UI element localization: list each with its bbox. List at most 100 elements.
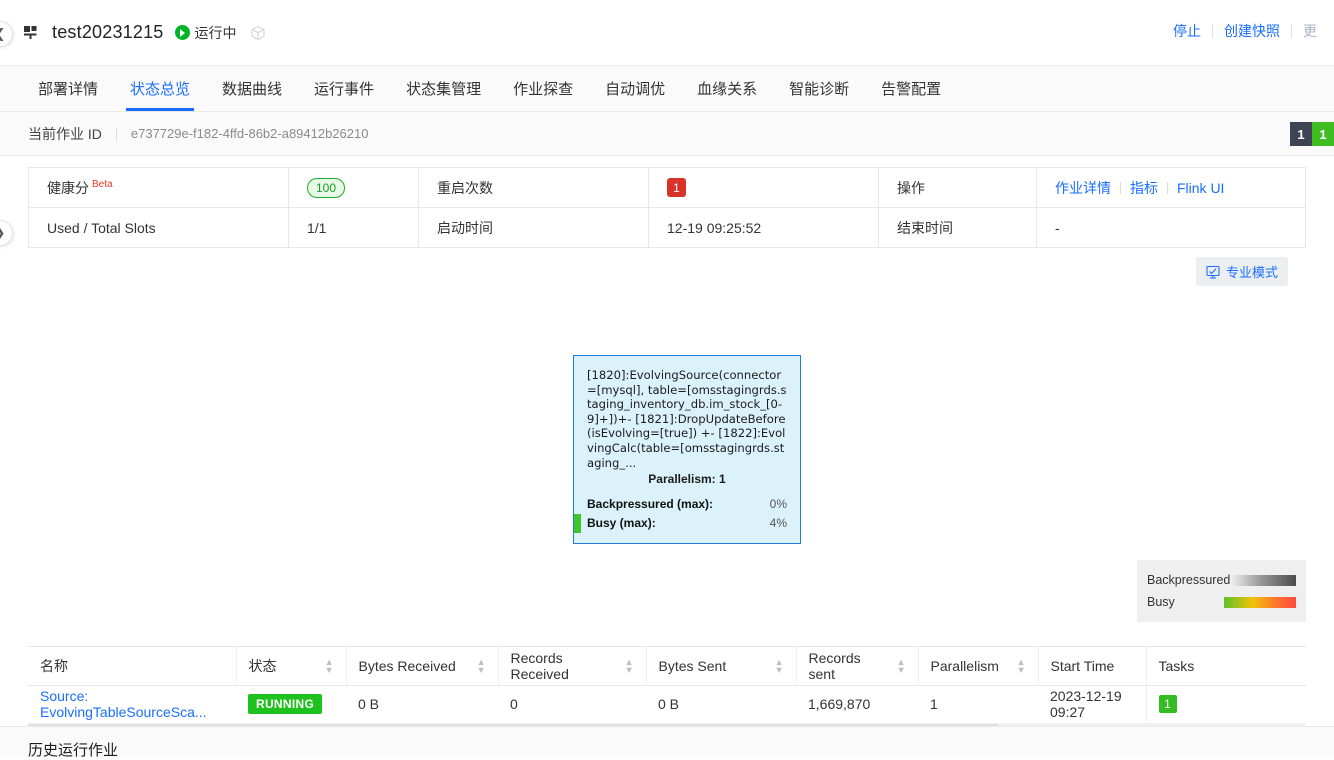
column-header-records-sent[interactable]: Records sent ▲ ▼: [795, 647, 918, 686]
column-header-tasks[interactable]: Tasks: [1145, 647, 1306, 686]
tab-label: 数据曲线: [222, 81, 283, 98]
health-score-badge[interactable]: 100: [307, 177, 346, 198]
tab-runtime-events[interactable]: 运行事件: [298, 66, 390, 111]
create-snapshot-button[interactable]: 创建快照: [1213, 21, 1291, 41]
column-header-bytes-sent[interactable]: Bytes Sent ▲ ▼: [645, 647, 796, 686]
node-parallelism: Parallelism: 1: [648, 472, 726, 487]
graph-node-source[interactable]: [1820]:EvolvingSource(connector=[mysql],…: [573, 355, 801, 544]
tab-label: 血缘关系: [697, 81, 758, 98]
slots-label-cell: Used / Total Slots: [28, 207, 289, 248]
tab-label: 智能诊断: [789, 81, 850, 98]
column-label: Parallelism: [930, 657, 999, 674]
column-header-start-time[interactable]: Start Time: [1037, 647, 1146, 686]
tab-label: 状态集管理: [406, 81, 482, 98]
cell-name: Source: EvolvingTableSourceSca...: [28, 685, 236, 724]
tab-label: 自动调优: [605, 81, 666, 98]
tab-label: 状态总览: [130, 81, 191, 98]
backpressured-gradient-icon: [1230, 574, 1296, 586]
tab-smart-diagnosis[interactable]: 智能诊断: [773, 66, 865, 111]
graph-legend: Backpressured Busy: [1137, 560, 1306, 622]
task-count-badge: 1: [1158, 695, 1177, 713]
sort-icon[interactable]: ▲ ▼: [897, 657, 906, 674]
flink-ui-link[interactable]: Flink UI: [1177, 180, 1224, 196]
metric-label: Busy (max):: [587, 515, 656, 530]
column-header-state[interactable]: 状态 ▲ ▼: [235, 647, 346, 686]
tab-label: 部署详情: [38, 81, 99, 98]
sort-icon[interactable]: ▲ ▼: [1017, 657, 1026, 674]
collapse-left-panel-button[interactable]: ❮: [0, 21, 13, 47]
column-header-records-received[interactable]: Records Received ▲ ▼: [497, 647, 646, 686]
top-header: ❮ test20231215 运行中 停止 创建快照 更: [0, 0, 1334, 66]
beta-tag: Beta: [92, 178, 113, 190]
restart-count-badge[interactable]: 1: [667, 178, 686, 197]
history-jobs-title: 历史运行作业: [28, 742, 119, 759]
more-actions-button[interactable]: 更: [1292, 21, 1328, 41]
status-badge: RUNNING: [248, 694, 323, 714]
operation-links: 作业详情 指标 Flink UI: [1055, 178, 1287, 198]
tab-state-management[interactable]: 状态集管理: [390, 66, 497, 111]
busy-gradient-icon: [1224, 596, 1296, 608]
restart-count-label-cell: 重启次数: [418, 167, 649, 208]
professional-mode-button[interactable]: 专业模式: [1195, 257, 1288, 286]
table-row[interactable]: Source: EvolvingTableSourceSca... RUNNIN…: [28, 685, 1306, 724]
stop-button[interactable]: 停止: [1162, 21, 1212, 41]
tab-deploy-details[interactable]: 部署详情: [22, 66, 114, 111]
metric-value: 4%: [769, 515, 787, 530]
corner-badges: 1 1: [1290, 122, 1334, 146]
professional-mode-label: 专业模式: [1225, 265, 1278, 280]
metric-label: Backpressured (max):: [587, 496, 714, 511]
op-divider-2: [1167, 181, 1168, 194]
column-label: 名称: [40, 657, 68, 674]
column-label: Records sent: [808, 649, 861, 682]
tab-bar: 部署详情 状态总览 数据曲线 运行事件 状态集管理 作业探查 自动调优 血缘关系…: [0, 66, 1334, 112]
node-metric-backpressured: Backpressured (max): 0%: [587, 495, 787, 514]
node-description: [1820]:EvolvingSource(connector=[mysql],…: [587, 368, 787, 470]
node-metrics: Backpressured (max): 0% Busy (max): 4%: [574, 495, 787, 533]
tab-job-inspection[interactable]: 作业探查: [497, 66, 589, 111]
vertex-table: 名称 状态 ▲ ▼ Bytes Received ▲ ▼ Records Recei…: [28, 646, 1306, 736]
vertex-table-header-row: 名称 状态 ▲ ▼ Bytes Received ▲ ▼ Records Recei…: [28, 647, 1306, 686]
sort-icon[interactable]: ▲ ▼: [625, 657, 634, 674]
column-label: Tasks: [1158, 657, 1195, 674]
legend-label: Busy: [1147, 595, 1175, 609]
cell-bytes-received: 0 B: [346, 685, 498, 724]
tab-label: 告警配置: [881, 81, 942, 98]
job-id-value[interactable]: e737729e-f182-4ffd-86b2-a89412b26210: [131, 126, 369, 141]
column-header-bytes-received[interactable]: Bytes Received ▲ ▼: [345, 647, 498, 686]
op-divider-1: [1120, 181, 1121, 194]
legend-label: Backpressured: [1147, 573, 1231, 587]
sort-icon[interactable]: ▲ ▼: [775, 657, 784, 674]
cube-outline-icon[interactable]: [250, 25, 266, 41]
tab-lineage[interactable]: 血缘关系: [681, 66, 773, 111]
sort-icon[interactable]: ▲ ▼: [477, 657, 486, 674]
legend-row-busy: Busy: [1147, 591, 1296, 613]
tab-alert-config[interactable]: 告警配置: [865, 66, 957, 111]
node-metric-busy: Busy (max): 4%: [587, 514, 787, 533]
play-icon: [174, 25, 190, 40]
sort-icon[interactable]: ▲ ▼: [325, 657, 334, 674]
corner-badge-dark[interactable]: 1: [1290, 122, 1312, 146]
column-label: Start Time: [1050, 657, 1115, 674]
tab-data-curves[interactable]: 数据曲线: [206, 66, 298, 111]
operation-label-cell: 操作: [878, 167, 1037, 208]
job-details-link[interactable]: 作业详情: [1055, 178, 1111, 198]
cell-start-time: 2023-12-19 09:27: [1038, 685, 1146, 724]
page-title: test20231215: [52, 22, 164, 42]
cell-state: RUNNING: [236, 685, 346, 724]
tab-autotune[interactable]: 自动调优: [589, 66, 681, 111]
end-time-value-cell: -: [1036, 207, 1306, 248]
slots-value-cell: 1/1: [288, 207, 419, 248]
metrics-link[interactable]: 指标: [1130, 178, 1158, 198]
job-graph-canvas[interactable]: 专业模式 [1820]:EvolvingSource(connector=[my…: [28, 248, 1306, 646]
cell-records-received: 0: [498, 685, 646, 724]
tab-status-overview[interactable]: 状态总览: [114, 66, 206, 111]
cell-tasks: 1: [1145, 685, 1306, 724]
column-label: Bytes Sent: [658, 657, 727, 674]
busy-indicator-bar: [574, 513, 581, 533]
column-header-parallelism[interactable]: Parallelism ▲ ▼: [917, 647, 1038, 686]
cell-bytes-sent: 0 B: [646, 685, 796, 724]
vertex-name-link[interactable]: Source: EvolvingTableSourceSca...: [40, 688, 207, 720]
corner-badge-green[interactable]: 1: [1312, 122, 1334, 146]
column-header-name[interactable]: 名称: [28, 647, 236, 686]
job-info-table: 健康分Beta 100 重启次数 1 操作 作业详情 指标 Flink UI: [28, 167, 1306, 248]
